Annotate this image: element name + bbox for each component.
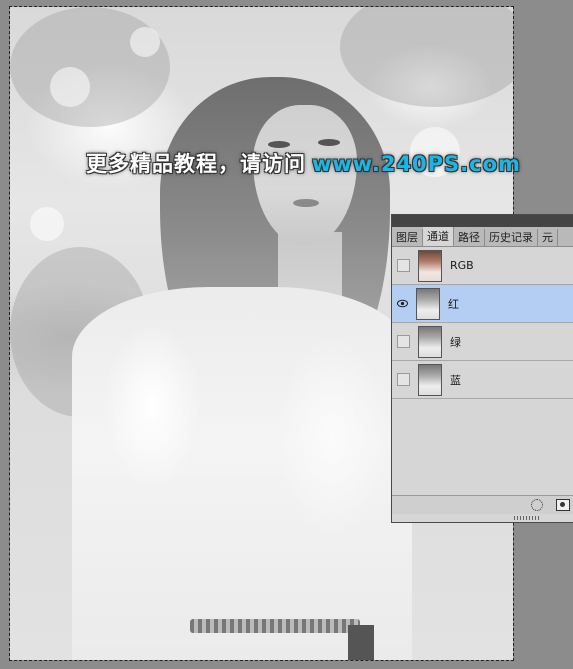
bokeh-light [130,27,160,57]
subject-eye [268,141,290,148]
panel-footer [392,495,573,514]
channel-list: RGB 红 绿 蓝 [392,247,573,399]
channel-thumbnail [418,363,442,396]
channel-thumbnail [416,287,440,320]
tab-history[interactable]: 历史记录 [485,229,538,246]
visibility-toggle[interactable] [397,373,410,386]
tab-channels[interactable]: 通道 [423,227,454,246]
subject-eye [318,139,340,146]
subject-belt [190,619,360,633]
resize-grip[interactable] [514,516,540,520]
channel-row-blue[interactable]: 蓝 [392,361,573,399]
channel-name: 蓝 [450,373,461,387]
watermark-text: 更多精品教程，请访问 [86,152,306,176]
channel-name: RGB [450,259,474,272]
watermark: 更多精品教程，请访问 www.240PS.com [86,148,521,178]
eye-icon[interactable] [397,298,408,309]
panel-tabs: 图层 通道 路径 历史记录 元 [392,227,573,247]
channel-row-red[interactable]: 红 [392,285,573,323]
background-foliage [340,7,513,107]
tab-layers[interactable]: 图层 [392,229,423,246]
background-foliage [10,7,170,127]
bokeh-light [30,207,64,241]
channel-name: 绿 [450,335,461,349]
subject-fur-coat [72,287,412,660]
channels-panel: 图层 通道 路径 历史记录 元 RGB 红 绿 蓝 [391,214,573,523]
tab-paths[interactable]: 路径 [454,229,485,246]
load-selection-icon[interactable] [531,499,543,511]
bokeh-light [50,67,90,107]
channel-thumbnail [418,325,442,358]
tab-more[interactable]: 元 [538,229,558,246]
channel-row-rgb[interactable]: RGB [392,247,573,285]
channel-name: 红 [448,297,459,311]
save-selection-mask-icon[interactable] [556,499,570,511]
visibility-toggle[interactable] [397,335,410,348]
subject-belt-buckle [348,625,374,660]
subject-mouth [293,199,319,207]
channel-thumbnail [418,249,442,282]
channel-row-green[interactable]: 绿 [392,323,573,361]
panel-title-bar[interactable] [392,215,573,227]
watermark-url: www.240PS.com [312,152,521,176]
visibility-toggle[interactable] [397,259,410,272]
